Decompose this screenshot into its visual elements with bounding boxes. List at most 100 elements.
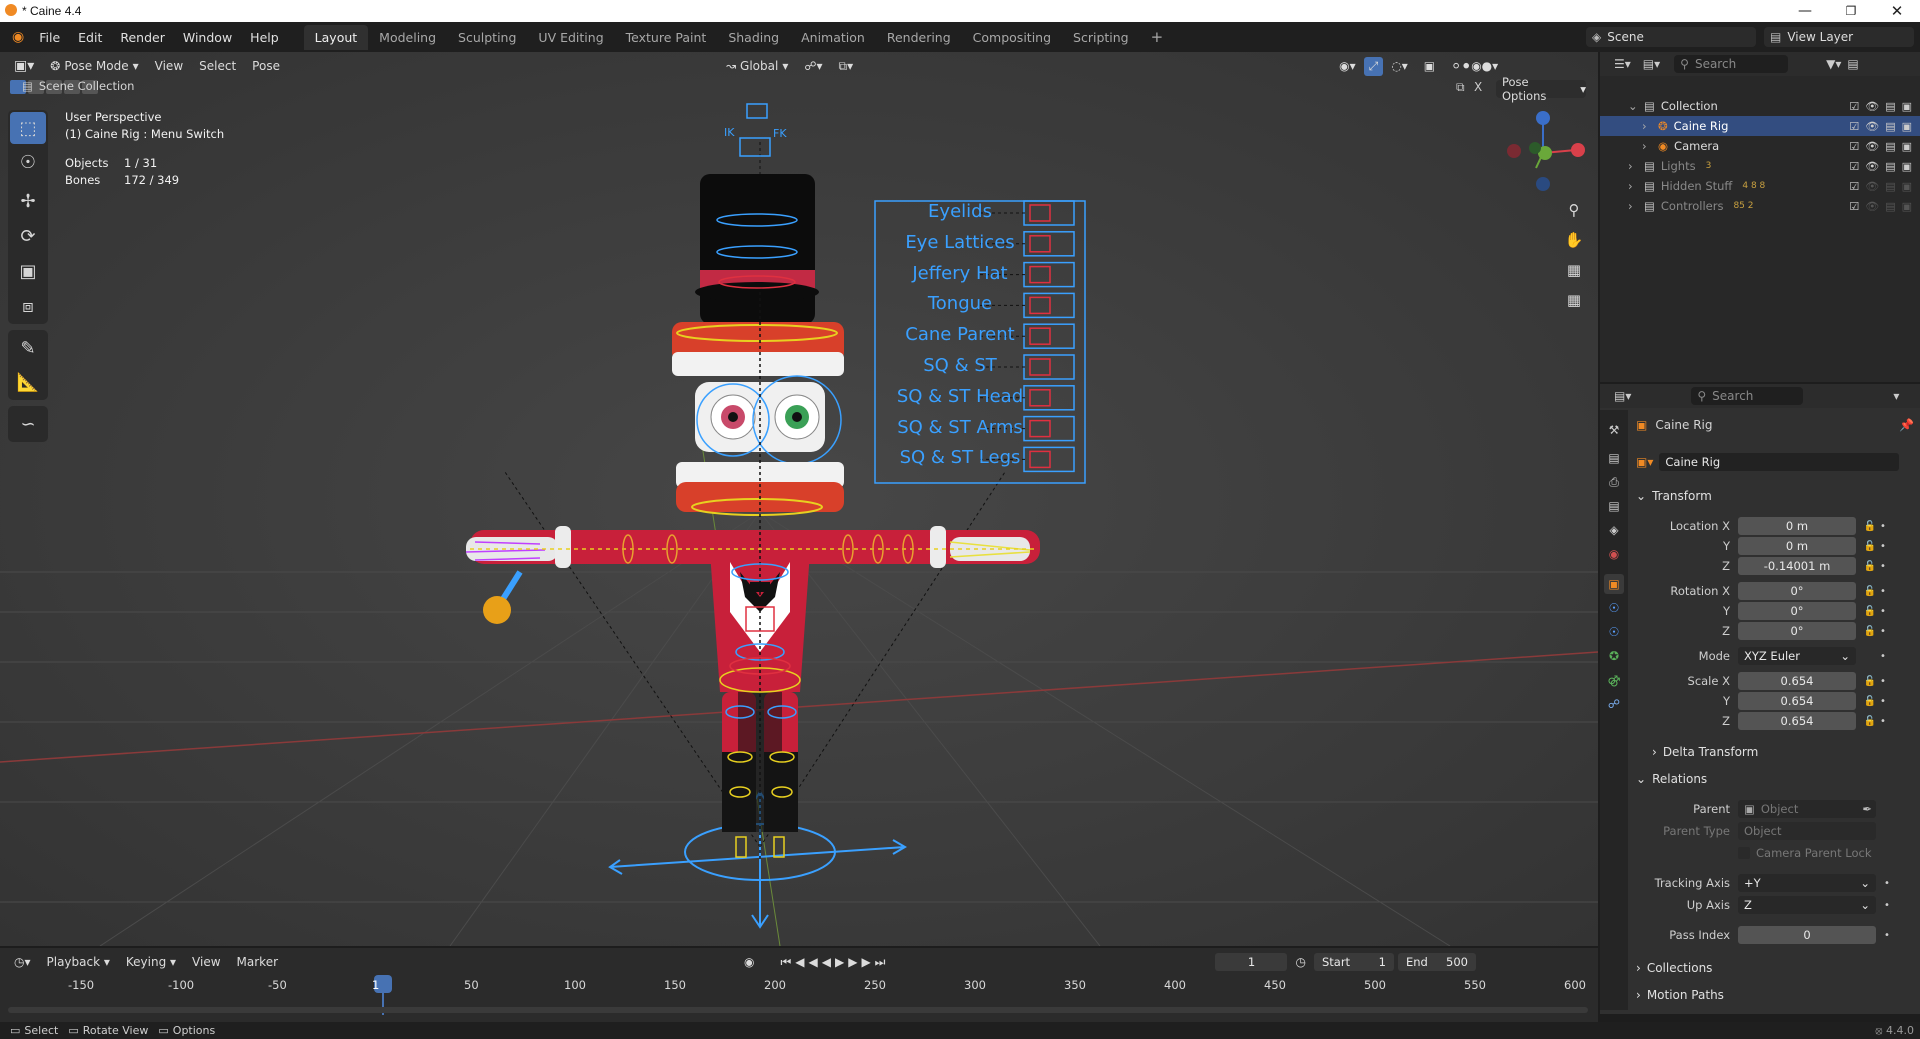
close-icon[interactable]: ✕ [1874,0,1920,22]
outliner-row[interactable]: › ▤ Lights 3 ☑ 👁 ▤ ▣ [1600,156,1920,176]
location-y-field[interactable]: 0 m [1738,537,1856,555]
lock-icon[interactable]: 🔓 [1862,716,1878,727]
menu-window[interactable]: Window [174,30,241,45]
keyframe-dot[interactable]: • [1878,541,1888,552]
scale-x-field[interactable]: 0.654 [1738,672,1856,690]
rotation-y-field[interactable]: 0° [1738,602,1856,620]
tab-shading[interactable]: Shading [717,25,790,50]
location-z-field[interactable]: -0.14001 m [1738,557,1856,575]
exclude-checkbox-icon[interactable]: ☑ [1849,160,1859,173]
camera-parent-lock-checkbox[interactable] [1738,847,1750,859]
scale-z-field[interactable]: 0.654 [1738,712,1856,730]
keyframe-dot[interactable]: • [1878,676,1888,687]
shading-solid-icon[interactable]: ⚪⚫◉●▾ [1443,59,1506,73]
select-box-tool-icon[interactable]: ⬚ [10,112,46,144]
record-icon[interactable]: ◉ [736,955,762,969]
xray-icon[interactable]: ▣ [1416,59,1443,73]
render-camera-icon[interactable]: ▣ [1902,120,1912,133]
parent-type-select[interactable]: Object [1738,822,1876,840]
delta-transform-header[interactable]: › Delta Transform [1652,741,1920,763]
restore-icon[interactable]: ❐ [1828,0,1874,22]
keyframe-dot[interactable]: • [1878,606,1888,617]
constraint-tab-icon[interactable]: ✪ [1604,646,1624,666]
keyframe-dot[interactable]: • [1882,900,1892,911]
keyframe-dot[interactable]: • [1878,521,1888,532]
modifier-tab-icon[interactable]: ☉ [1604,598,1624,618]
clock-icon[interactable]: ◷ [1287,955,1313,969]
pan-hand-icon[interactable]: ✋ [1560,226,1588,254]
tab-texture-paint[interactable]: Texture Paint [615,25,718,50]
chevron-right-icon[interactable]: › [1628,199,1640,213]
tab-uv-editing[interactable]: UV Editing [527,25,614,50]
camera-view-icon[interactable]: ▦ [1560,256,1588,284]
render-camera-icon[interactable]: ▣ [1902,180,1912,193]
menu-file[interactable]: File [30,30,69,45]
properties-editor-icon[interactable]: ▤▾ [1614,389,1631,403]
annotate-tool-icon[interactable]: ✎ [10,332,46,364]
chevron-right-icon[interactable]: › [1642,139,1654,153]
relations-panel-header[interactable]: ⌄ Relations [1636,768,1914,790]
lock-icon[interactable]: 🔓 [1862,586,1878,597]
timeline-view-menu[interactable]: View [184,955,228,969]
tab-rendering[interactable]: Rendering [876,25,962,50]
current-frame-field[interactable]: 1 [1215,953,1288,971]
playback-menu[interactable]: Playback ▾ [39,955,118,969]
orientation-selector[interactable]: ↝ Global ▾ [718,59,796,73]
display-mode-icon[interactable]: ▤▾ [1643,57,1660,71]
outliner-editor-icon[interactable]: ☰▾ [1614,57,1631,71]
relax-pose-tool-icon[interactable]: ∽ [10,408,46,440]
object-data-icon[interactable]: ▣▾ [1636,455,1653,469]
gizmo-icon[interactable]: ⤢ [1363,56,1384,76]
scene-selector[interactable]: ◈ Scene [1586,27,1756,47]
object-tab-icon[interactable]: ▣ [1604,574,1624,594]
render-camera-icon[interactable]: ▣ [1902,140,1912,153]
tab-sculpting[interactable]: Sculpting [447,25,527,50]
outliner-row[interactable]: › ▤ Controllers 85 2 ☑ 👁 ▤ ▣ [1600,196,1920,216]
lock-icon[interactable]: 🔓 [1862,541,1878,552]
location-x-field[interactable]: 0 m [1738,517,1856,535]
chevron-down-icon[interactable]: ⌄ [1628,99,1640,113]
viewport-toggle-icon[interactable]: ▤ [1885,100,1895,113]
transform-tool-icon[interactable]: ⧈ [10,290,46,322]
eye-icon[interactable]: 👁 [1865,100,1879,113]
eye-icon[interactable]: 👁 [1865,200,1879,213]
rotate-tool-icon[interactable]: ⟳ [10,220,46,252]
chevron-down-icon[interactable]: ▾ [1893,389,1899,403]
menu-render[interactable]: Render [111,30,174,45]
chevron-right-icon[interactable]: › [1628,179,1640,193]
exclude-checkbox-icon[interactable]: ☑ [1849,120,1859,133]
keyframe-dot[interactable]: • [1882,930,1892,941]
lock-icon[interactable]: 🔓 [1862,561,1878,572]
viewport-toggle-icon[interactable]: ▤ [1885,160,1895,173]
tab-scripting[interactable]: Scripting [1062,25,1140,50]
output-tab-icon[interactable]: ⎙ [1604,472,1624,492]
timeline-editor-icon[interactable]: ◷▾ [6,955,39,969]
mirror-x-icon[interactable]: X [1474,80,1482,94]
exclude-checkbox-icon[interactable]: ☑ [1849,100,1859,113]
up-axis-select[interactable]: Z ⌄ [1738,896,1876,914]
exclude-checkbox-icon[interactable]: ☑ [1849,180,1859,193]
eyedropper-icon[interactable]: ✒ [1862,802,1872,816]
motion-paths-panel-header[interactable]: › Motion Paths [1636,984,1914,1006]
viewport-toggle-icon[interactable]: ▤ [1885,180,1895,193]
tab-animation[interactable]: Animation [790,25,876,50]
chevron-right-icon[interactable]: › [1642,119,1654,133]
visibility-icon[interactable]: ◉▾ [1331,59,1364,73]
rotation-mode-select[interactable]: XYZ Euler ⌄ [1738,647,1856,665]
bone-tab-icon[interactable]: ☍ [1604,694,1624,714]
outliner-search-input[interactable]: ⚲ Search [1674,55,1789,73]
timeline-scrollbar[interactable] [8,1007,1588,1013]
render-tab-icon[interactable]: ▤ [1604,448,1624,468]
snap-icon[interactable]: ⧉▾ [831,59,862,74]
view-menu[interactable]: View [147,59,191,73]
minimize-icon[interactable]: — [1782,0,1828,22]
keyframe-dot[interactable]: • [1878,626,1888,637]
rotation-x-field[interactable]: 0° [1738,582,1856,600]
menu-help[interactable]: Help [241,30,288,45]
exclude-checkbox-icon[interactable]: ☑ [1849,140,1859,153]
render-camera-icon[interactable]: ▣ [1902,200,1912,213]
perspective-grid-icon[interactable]: ▦ [1560,286,1588,314]
start-frame-field[interactable]: Start 1 [1313,953,1394,971]
measure-tool-icon[interactable]: 📐 [10,366,46,398]
lock-icon[interactable]: 🔓 [1862,626,1878,637]
